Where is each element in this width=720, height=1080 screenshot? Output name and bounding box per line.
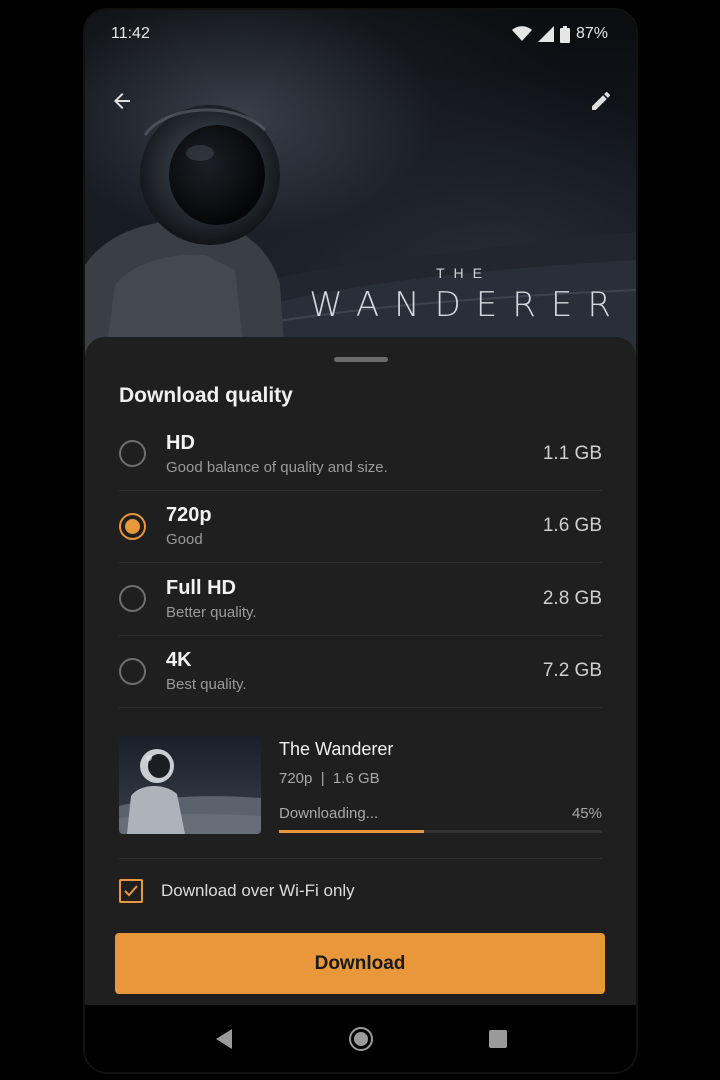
phone-screen: THE WANDERER 11:42 87% Download quality …	[85, 10, 636, 1072]
nav-home-icon	[348, 1026, 373, 1051]
nav-home-button[interactable]	[341, 1019, 381, 1059]
option-description: Better quality.	[166, 603, 257, 621]
download-progress-card: The Wanderer 720p | 1.6 GB Downloading..…	[119, 736, 602, 834]
edit-button[interactable]	[586, 86, 616, 116]
option-name: Full HD	[166, 576, 236, 599]
battery-percent: 87%	[575, 25, 608, 42]
poster-title: WANDERER	[309, 285, 626, 325]
option-size: 7.2 GB	[542, 660, 602, 682]
download-meta: 720p | 1.6 GB	[279, 770, 380, 787]
download-progress-bar	[279, 830, 602, 833]
checkmark-icon	[124, 885, 138, 897]
status-icons: 87%	[511, 25, 608, 43]
option-description: Good balance of quality and size.	[166, 458, 388, 476]
radio-button[interactable]	[119, 512, 146, 540]
quality-option-4k[interactable]: 4K Best quality. 7.2 GB	[119, 636, 602, 708]
option-name: 720p	[166, 504, 212, 527]
download-title: The Wanderer	[279, 739, 394, 759]
nav-recents-button[interactable]	[478, 1019, 518, 1059]
option-description: Good	[166, 531, 203, 549]
quality-option-full-hd[interactable]: Full HD Better quality. 2.8 GB	[119, 563, 602, 636]
movie-thumbnail	[119, 736, 261, 834]
quality-option-hd[interactable]: HD Good balance of quality and size. 1.1…	[119, 418, 602, 491]
nav-back-icon	[215, 1028, 232, 1049]
nav-back-button[interactable]	[204, 1019, 244, 1059]
option-size: 1.1 GB	[542, 442, 602, 464]
option-size: 2.8 GB	[542, 587, 602, 609]
battery-icon	[559, 25, 570, 43]
status-bar: 11:42 87%	[85, 10, 636, 58]
back-arrow-icon	[114, 93, 130, 109]
edit-pencil-icon	[592, 91, 610, 110]
wifi-icon	[511, 26, 532, 41]
download-progress-fill	[279, 830, 425, 833]
sheet-drag-handle[interactable]	[333, 357, 388, 362]
poster-subtitle: THE	[436, 265, 491, 281]
option-size: 1.6 GB	[542, 515, 602, 537]
hero-poster: THE WANDERER	[85, 10, 636, 360]
download-percent: 45%	[571, 805, 602, 822]
option-name: 4K	[166, 649, 192, 672]
system-nav-bar	[85, 1005, 636, 1072]
nav-recents-icon	[488, 1029, 507, 1048]
quality-options: HD Good balance of quality and size. 1.1…	[119, 418, 602, 708]
option-description: Best quality.	[166, 676, 247, 694]
download-button[interactable]: Download	[115, 933, 605, 994]
download-status: Downloading...	[279, 805, 379, 822]
download-quality-sheet: Download quality HD Good balance of qual…	[85, 337, 636, 1015]
radio-button[interactable]	[119, 440, 146, 468]
signal-icon	[537, 26, 554, 42]
wifi-only-toggle[interactable]: Download over Wi-Fi only	[119, 877, 602, 905]
hero-toolbar	[85, 76, 636, 126]
quality-option-720p[interactable]: 720p Good 1.6 GB	[119, 491, 602, 563]
astronaut-image	[85, 105, 285, 360]
radio-button[interactable]	[119, 657, 146, 685]
wifi-only-checkbox[interactable]	[119, 879, 143, 903]
divider	[119, 858, 602, 859]
wifi-only-label: Download over Wi-Fi only	[161, 881, 355, 900]
back-button[interactable]	[107, 86, 137, 116]
sheet-title: Download quality	[119, 384, 293, 407]
radio-button[interactable]	[119, 585, 146, 613]
option-name: HD	[166, 431, 195, 454]
status-time: 11:42	[111, 25, 150, 42]
